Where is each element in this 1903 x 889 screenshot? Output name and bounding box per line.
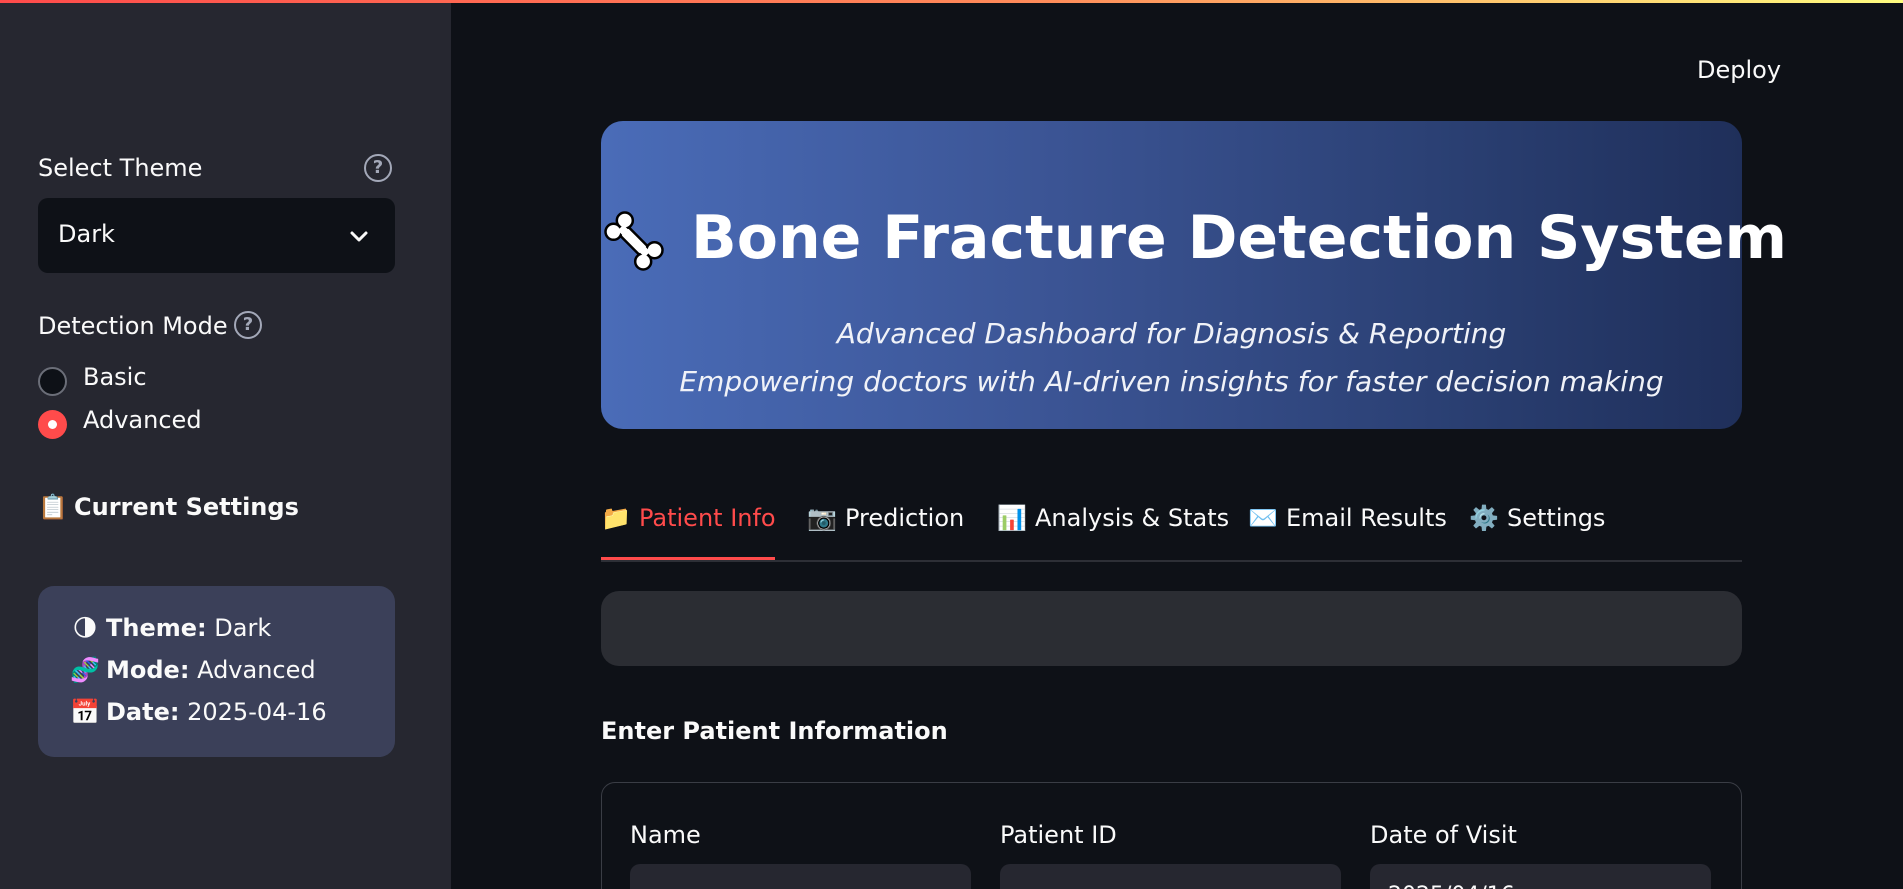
deploy-button[interactable]: Deploy — [1697, 56, 1781, 84]
current-settings-card: 🌗 Theme: Dark 🧬 Mode: Advanced 📅 Date: 2025… — [38, 586, 395, 757]
radio-button-icon — [38, 367, 67, 396]
radio-button-selected-icon — [38, 410, 67, 439]
mode-help-icon[interactable]: ? — [234, 311, 262, 339]
setting-key: Mode: — [106, 656, 190, 684]
section-title: Enter Patient Information — [601, 717, 948, 745]
setting-value: Advanced — [197, 656, 316, 684]
setting-value: Dark — [214, 614, 272, 642]
clipboard-icon: 📋 — [38, 493, 68, 521]
theme-select[interactable]: Dark — [38, 198, 395, 273]
sidebar: Select Theme ? Dark Detection Mode ? Bas… — [0, 0, 451, 889]
setting-value: 2025-04-16 — [187, 698, 327, 726]
current-settings-heading-text: Current Settings — [74, 493, 299, 521]
top-decoration-bar — [0, 0, 1903, 3]
tab-analysis-stats[interactable]: 📊 Analysis & Stats — [997, 504, 1229, 532]
patient-id-input[interactable] — [1000, 864, 1341, 889]
dna-icon: 🧬 — [70, 656, 100, 684]
setting-key: Date: — [106, 698, 180, 726]
setting-mode: 🧬 Mode: Advanced — [70, 656, 316, 684]
calendar-icon: 📅 — [70, 698, 100, 726]
patient-id-label: Patient ID — [1000, 821, 1117, 849]
name-label: Name — [630, 821, 701, 849]
tab-email-results[interactable]: ✉️ Email Results — [1248, 504, 1447, 532]
setting-key: Theme: — [106, 614, 207, 642]
info-placeholder-bar — [601, 591, 1742, 666]
banner-title-text: Bone Fracture Detection System — [691, 203, 1788, 273]
tab-settings[interactable]: ⚙️ Settings — [1469, 504, 1605, 532]
visit-date-input[interactable] — [1370, 864, 1711, 889]
radio-basic[interactable]: Basic — [38, 363, 238, 397]
radio-advanced[interactable]: Advanced — [38, 406, 238, 440]
detection-mode-label: Detection Mode — [38, 312, 228, 340]
setting-theme: 🌗 Theme: Dark — [70, 614, 271, 642]
banner-title: Bone Fracture Detection System — [601, 203, 1787, 274]
banner-subtitle-2: Empowering doctors with AI-driven insigh… — [679, 365, 1664, 398]
current-settings-heading: 📋 Current Settings — [38, 493, 299, 521]
theme-select-value: Dark — [58, 220, 115, 248]
moon-icon: 🌗 — [72, 614, 98, 642]
header-banner: Bone Fracture Detection System Advanced … — [601, 121, 1787, 429]
bone-icon — [604, 211, 664, 272]
theme-select-label: Select Theme — [38, 154, 203, 182]
tab-bar: 📁 Patient Info 📷 Prediction 📊 Analysis & St… — [601, 500, 1742, 562]
tab-label: Patient Info — [639, 504, 776, 532]
tab-label: Settings — [1507, 504, 1606, 532]
active-tab-indicator — [601, 557, 775, 560]
envelope-icon: ✉️ — [1248, 504, 1278, 532]
camera-icon: 📷 — [807, 504, 837, 532]
setting-date: 📅 Date: 2025-04-16 — [70, 698, 327, 726]
tab-label: Email Results — [1286, 504, 1447, 532]
tab-prediction[interactable]: 📷 Prediction — [807, 504, 964, 532]
tab-label: Analysis & Stats — [1035, 504, 1230, 532]
banner-subtitle-1: Advanced Dashboard for Diagnosis & Repor… — [836, 317, 1507, 350]
patient-form: Name Patient ID Date of Visit — [601, 782, 1742, 889]
name-input[interactable] — [630, 864, 971, 889]
visit-date-label: Date of Visit — [1370, 821, 1517, 849]
tab-label: Prediction — [845, 504, 965, 532]
gear-icon: ⚙️ — [1469, 504, 1499, 532]
tab-patient-info[interactable]: 📁 Patient Info — [601, 504, 776, 532]
theme-help-icon[interactable]: ? — [364, 154, 392, 182]
chevron-down-icon — [350, 231, 368, 242]
radio-basic-label: Basic — [83, 363, 147, 391]
radio-advanced-label: Advanced — [83, 406, 202, 434]
folder-icon: 📁 — [601, 504, 631, 532]
bar-chart-icon: 📊 — [997, 504, 1027, 532]
